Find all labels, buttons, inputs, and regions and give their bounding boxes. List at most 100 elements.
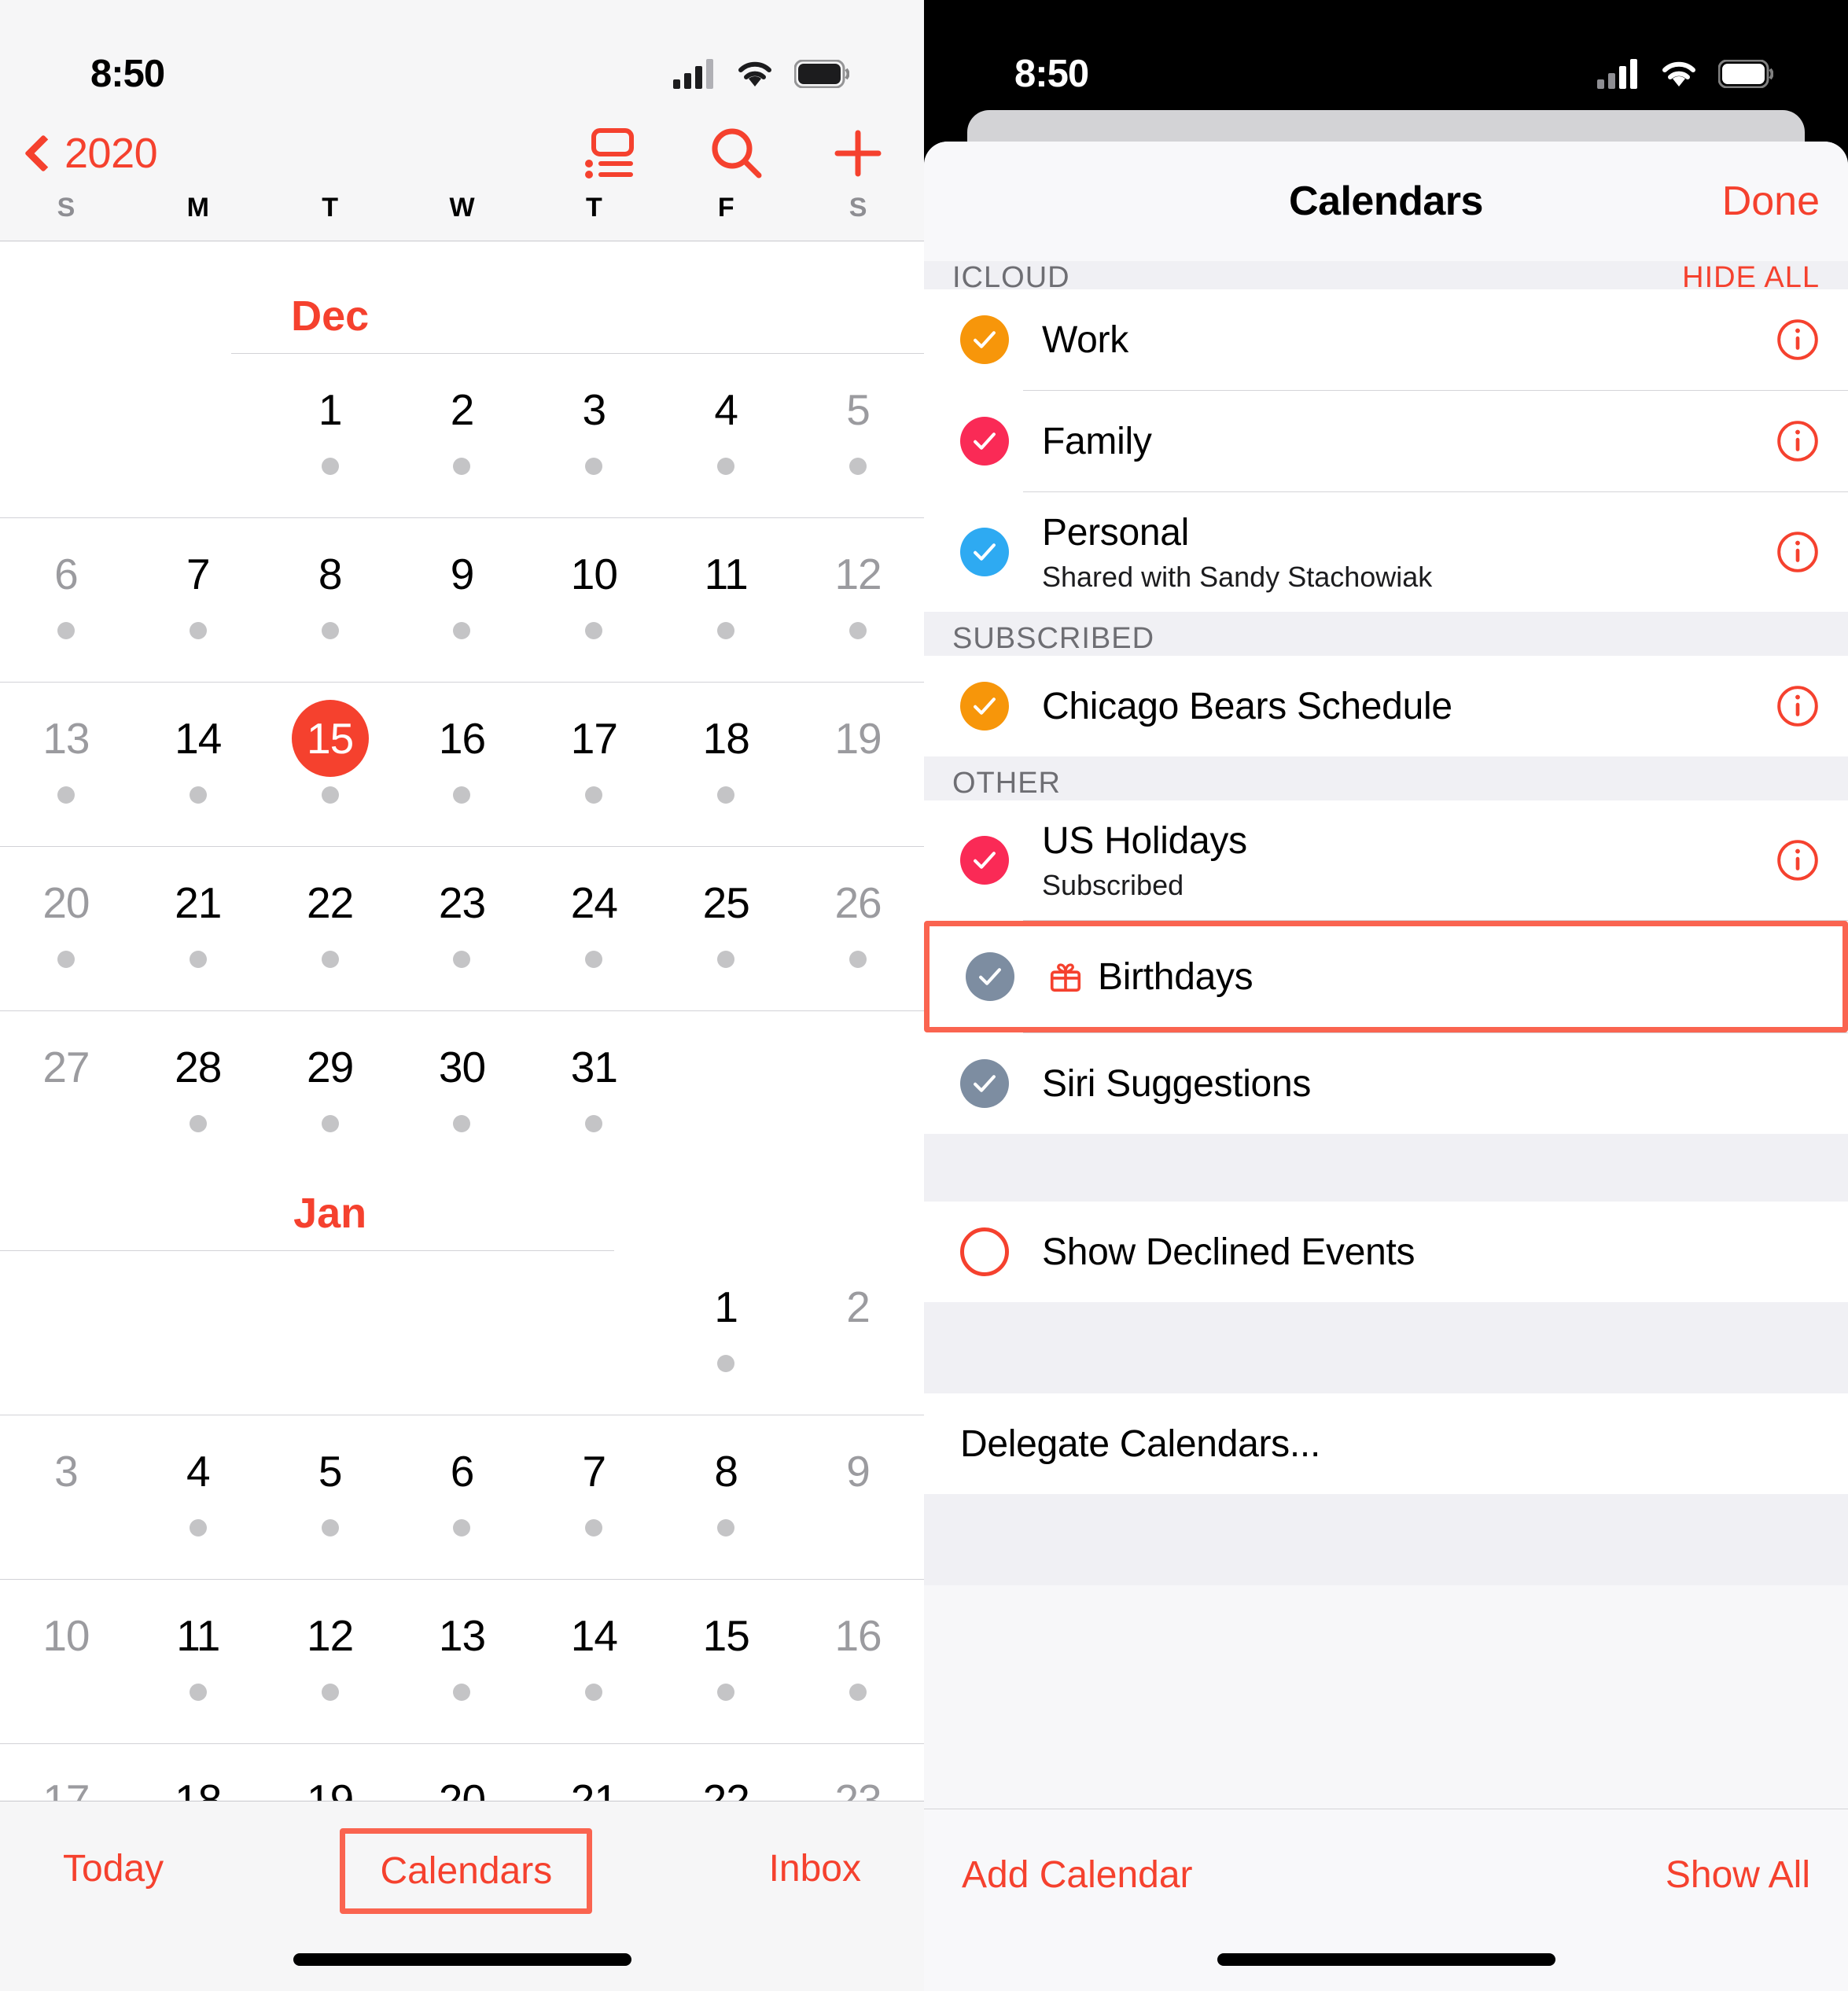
search-icon[interactable] xyxy=(709,126,764,181)
calendar-day-cell[interactable]: 16 xyxy=(396,683,528,846)
day-number: 9 xyxy=(450,549,475,598)
calendar-day-cell[interactable]: 5 xyxy=(264,1415,396,1579)
day-number: 6 xyxy=(54,549,79,598)
event-dot xyxy=(453,786,471,804)
calendar-day-cell[interactable]: 17 xyxy=(528,683,660,846)
calendar-list-item[interactable]: Birthdays xyxy=(930,926,1842,1027)
calendar-day-cell[interactable]: 14 xyxy=(132,683,264,846)
calendar-info-button[interactable] xyxy=(1776,530,1820,574)
day-number: 26 xyxy=(834,878,882,927)
add-event-icon[interactable] xyxy=(831,127,885,180)
back-to-year-button[interactable]: 2020 xyxy=(17,129,158,178)
done-button[interactable]: Done xyxy=(1722,178,1820,225)
calendar-scroll-body[interactable]: Dec 1 2 3 4 5 6 7 8 9 10 11 12 13 14 15 16 17 18 19 20 21 22 23… xyxy=(0,278,924,1991)
calendar-color-checkbox[interactable] xyxy=(966,952,1014,1001)
calendar-day-cell[interactable]: 4 xyxy=(132,1415,264,1579)
calendar-color-checkbox[interactable] xyxy=(960,417,1009,466)
calendar-color-checkbox[interactable] xyxy=(960,836,1009,885)
day-number: 19 xyxy=(834,713,882,763)
calendar-day-cell[interactable]: 12 xyxy=(792,518,924,682)
info-icon[interactable] xyxy=(1776,530,1820,574)
calendar-day-cell[interactable]: 30 xyxy=(396,1011,528,1175)
sheet-header: Calendars Done xyxy=(924,142,1848,261)
calendar-day-cell[interactable]: 23 xyxy=(396,847,528,1010)
tab-inbox[interactable]: Inbox xyxy=(769,1847,861,1890)
calendar-day-cell[interactable]: 29 xyxy=(264,1011,396,1175)
calendar-day-cell[interactable]: 8 xyxy=(660,1415,792,1579)
calendar-day-cell[interactable]: 21 xyxy=(132,847,264,1010)
calendar-day-cell[interactable]: 3 xyxy=(528,354,660,517)
calendar-day-cell[interactable]: 18 xyxy=(660,683,792,846)
calendar-day-cell[interactable]: 9 xyxy=(396,518,528,682)
info-icon[interactable] xyxy=(1776,838,1820,882)
calendar-day-cell[interactable]: 10 xyxy=(528,518,660,682)
calendar-list-item[interactable]: Family xyxy=(924,391,1848,491)
calendar-day-cell[interactable]: 16 xyxy=(792,1580,924,1743)
calendar-day-cell[interactable]: 27 xyxy=(0,1011,132,1175)
list-view-icon[interactable] xyxy=(583,127,641,179)
calendar-color-checkbox[interactable] xyxy=(960,528,1009,576)
calendar-item-name: Birthdays xyxy=(1098,955,1253,998)
calendar-list-item[interactable]: US Holidays Subscribed xyxy=(924,800,1848,920)
calendar-day-cell[interactable]: 3 xyxy=(0,1415,132,1579)
calendar-day-cell[interactable]: 2 xyxy=(396,354,528,517)
calendar-day-cell[interactable]: 1 xyxy=(264,354,396,517)
calendar-day-cell[interactable]: 11 xyxy=(132,1580,264,1743)
event-dot xyxy=(321,1519,339,1536)
calendar-day-cell[interactable]: 5 xyxy=(792,354,924,517)
calendar-list-item[interactable]: Personal Shared with Sandy Stachowiak xyxy=(924,492,1848,612)
calendar-day-cell[interactable]: 14 xyxy=(528,1580,660,1743)
calendar-day-cell[interactable]: 13 xyxy=(396,1580,528,1743)
calendar-list-item[interactable]: Siri Suggestions xyxy=(924,1033,1848,1134)
calendar-day-cell[interactable]: 6 xyxy=(396,1415,528,1579)
info-icon[interactable] xyxy=(1776,684,1820,728)
calendar-day-cell[interactable]: 19 xyxy=(792,683,924,846)
calendar-color-checkbox[interactable] xyxy=(960,682,1009,731)
calendar-day-cell[interactable]: 25 xyxy=(660,847,792,1010)
calendar-day-cell[interactable]: 2 xyxy=(792,1251,924,1415)
calendar-day-cell[interactable]: 31 xyxy=(528,1011,660,1175)
delegate-calendars-row[interactable]: Delegate Calendars... xyxy=(924,1393,1848,1494)
calendar-day-cell[interactable]: 15 xyxy=(660,1580,792,1743)
calendar-list-item[interactable]: Work xyxy=(924,289,1848,390)
hide-all-button[interactable]: HIDE ALL xyxy=(1682,261,1820,289)
calendar-day-cell[interactable]: 13 xyxy=(0,683,132,846)
tab-today[interactable]: Today xyxy=(63,1847,164,1890)
calendar-day-cell[interactable]: 20 xyxy=(0,847,132,1010)
calendar-day-cell[interactable]: 6 xyxy=(0,518,132,682)
tab-calendars[interactable]: Calendars xyxy=(380,1849,552,1893)
show-declined-events-row[interactable]: Show Declined Events xyxy=(924,1202,1848,1302)
calendar-day-cell[interactable]: 15 xyxy=(264,683,396,846)
calendar-info-button[interactable] xyxy=(1776,318,1820,362)
calendar-info-button[interactable] xyxy=(1776,419,1820,463)
calendar-day-cell[interactable]: 7 xyxy=(132,518,264,682)
calendar-day-cell[interactable]: 24 xyxy=(528,847,660,1010)
calendar-day-cell[interactable]: 1 xyxy=(660,1251,792,1415)
show-all-button[interactable]: Show All xyxy=(1666,1853,1810,1897)
calendar-info-button[interactable] xyxy=(1776,838,1820,882)
show-declined-checkbox[interactable] xyxy=(960,1227,1009,1276)
calendar-day-cell[interactable]: 28 xyxy=(132,1011,264,1175)
calendar-day-cell[interactable]: 9 xyxy=(792,1415,924,1579)
calendar-day-cell[interactable]: 22 xyxy=(264,847,396,1010)
weekday-header-0: S xyxy=(57,193,75,223)
calendar-info-button[interactable] xyxy=(1776,684,1820,728)
day-number: 11 xyxy=(704,549,749,598)
calendar-color-checkbox[interactable] xyxy=(960,1059,1009,1108)
home-indicator xyxy=(293,1953,631,1966)
calendar-day-cell[interactable]: 10 xyxy=(0,1580,132,1743)
calendar-week-row: 20 21 22 23 24 25 26 xyxy=(0,847,924,1010)
calendar-day-cell[interactable]: 7 xyxy=(528,1415,660,1579)
add-calendar-button[interactable]: Add Calendar xyxy=(962,1853,1193,1897)
calendar-color-checkbox[interactable] xyxy=(960,315,1009,364)
calendar-list-item[interactable]: Chicago Bears Schedule xyxy=(924,656,1848,756)
calendar-day-cell[interactable]: 11 xyxy=(660,518,792,682)
weekday-header-row: SMTWTFS xyxy=(0,193,924,241)
calendar-day-cell[interactable]: 8 xyxy=(264,518,396,682)
calendar-day-cell[interactable]: 12 xyxy=(264,1580,396,1743)
calendar-day-cell[interactable]: 26 xyxy=(792,847,924,1010)
info-icon[interactable] xyxy=(1776,318,1820,362)
info-icon[interactable] xyxy=(1776,419,1820,463)
calendar-item-text: US Holidays Subscribed xyxy=(1042,819,1776,902)
calendar-day-cell[interactable]: 4 xyxy=(660,354,792,517)
